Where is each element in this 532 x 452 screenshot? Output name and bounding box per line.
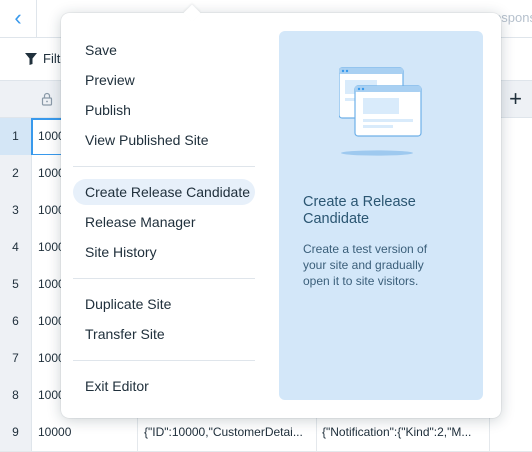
row-number[interactable]: 2 (0, 155, 32, 192)
column-divider (316, 414, 317, 451)
back-button[interactable]: ‹ (0, 0, 37, 37)
row-number[interactable]: 9 (0, 414, 32, 451)
menu-item-create-release-candidate[interactable]: Create Release Candidate (73, 179, 255, 205)
row-number[interactable]: 3 (0, 192, 32, 229)
menu-item-view-published-site[interactable]: View Published Site (73, 127, 220, 153)
menu-item-preview[interactable]: Preview (73, 67, 147, 93)
row-number[interactable]: 1 (0, 118, 32, 155)
column-divider (489, 414, 490, 451)
menu-divider (73, 166, 255, 167)
row-number[interactable]: 5 (0, 266, 32, 303)
menu-item-exit-editor[interactable]: Exit Editor (73, 373, 161, 399)
site-menu-popup: Save Preview Publish View Published Site… (61, 4, 501, 418)
customer-details-cell[interactable]: {"ID":10000,"CustomerDetai... (144, 414, 303, 450)
id-cell[interactable]: 10000 (38, 414, 71, 450)
release-candidate-illustration (339, 67, 422, 156)
menu-item-transfer-site[interactable]: Transfer Site (73, 321, 177, 347)
menu-item-preview-panel: Create a Release Candidate Create a test… (279, 31, 483, 400)
preview-title: Create a Release Candidate (303, 194, 416, 227)
menu-item-publish[interactable]: Publish (73, 97, 143, 123)
menu-item-site-history[interactable]: Site History (73, 239, 169, 265)
add-column-button[interactable]: + (509, 86, 522, 112)
menu-divider (73, 278, 255, 279)
column-divider (137, 414, 138, 451)
row-number[interactable]: 8 (0, 377, 32, 414)
menu-item-save[interactable]: Save (73, 37, 129, 63)
menu-divider (73, 360, 255, 361)
row-number[interactable]: 4 (0, 229, 32, 266)
filter-icon[interactable] (25, 53, 37, 65)
menu-item-duplicate-site[interactable]: Duplicate Site (73, 291, 183, 317)
menu-item-release-manager[interactable]: Release Manager (73, 209, 208, 235)
table-row[interactable]: 9 10000 {"ID":10000,"CustomerDetai... {"Not… (0, 414, 532, 452)
chevron-left-icon: ‹ (14, 5, 22, 30)
row-number[interactable]: 6 (0, 303, 32, 340)
notification-cell[interactable]: {"Notification":{"Kind":2,"M... (322, 414, 471, 450)
lock-icon (41, 92, 53, 106)
row-number[interactable]: 7 (0, 340, 32, 377)
preview-description: Create a test version of your site and g… (303, 242, 428, 288)
